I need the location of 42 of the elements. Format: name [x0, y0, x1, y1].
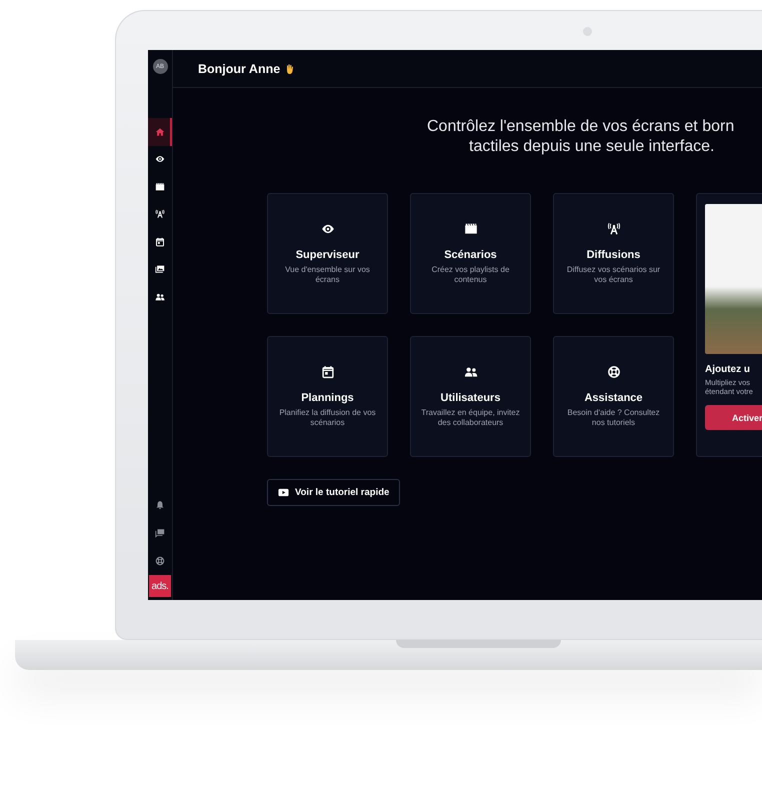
bell-icon [155, 500, 165, 510]
users-icon [464, 365, 478, 379]
promo-title: Ajoutez u [705, 364, 750, 375]
clapperboard-icon [464, 222, 478, 236]
card-description: Besoin d'aide ? Consultez nos tutoriels [566, 408, 661, 428]
play-icon [278, 487, 289, 498]
card-title: Plannings [301, 392, 354, 404]
brand-logo[interactable]: ads. [149, 575, 171, 597]
card-title: Diffusions [586, 249, 640, 261]
card-description: Créez vos playlists de contenus [430, 265, 510, 285]
feature-card[interactable]: Plannings Planifiez la diffusion de vos scénarios [267, 336, 388, 457]
feature-card[interactable]: Utilisateurs Travaillez en équipe, invitez des collaborateurs [410, 336, 531, 457]
calendar-icon [320, 365, 334, 379]
home-icon [155, 126, 165, 137]
card-description: Planifiez la diffusion de vos scénarios [278, 408, 377, 428]
feature-card[interactable]: Diffusions Diffusez vos scénarios sur vos écrans [553, 193, 674, 314]
greeting-text: Bonjour Anne [198, 62, 280, 76]
card-title: Scénarios [444, 249, 497, 261]
card-title: Assistance [584, 392, 643, 404]
card-title: Utilisateurs [440, 392, 500, 404]
images-icon [155, 264, 165, 274]
clapperboard-icon [155, 182, 165, 192]
calendar-icon [155, 236, 165, 247]
headline-text: Contrôlez l'ensemble de vos écrans et born [427, 117, 734, 137]
lifebuoy-icon [155, 556, 165, 566]
card-description: Vue d'ensemble sur vos écrans [284, 265, 371, 285]
activate-button[interactable]: Activer [705, 405, 762, 430]
feature-card[interactable]: Superviseur Vue d'ensemble sur vos écrans [267, 193, 388, 314]
feature-card[interactable]: Assistance Besoin d'aide ? Consultez nos tutoriels [553, 336, 674, 457]
tutorial-button[interactable]: Voir le tutoriel rapide [267, 479, 400, 506]
antenna-icon [606, 222, 620, 236]
antenna-icon [155, 209, 165, 220]
chat-icon [155, 528, 165, 538]
feature-card[interactable]: Scénarios Créez vos playlists de contenus [410, 193, 531, 314]
card-description: Travaillez en équipe, invitez des collaborateurs [420, 408, 521, 428]
headline-text: tactiles depuis une seule interface. [468, 137, 714, 157]
lifebuoy-icon [606, 365, 620, 379]
users-icon [155, 292, 165, 302]
eye-icon [155, 154, 165, 164]
card-title: Superviseur [296, 249, 360, 261]
card-description: Diffusez vos scénarios sur vos écrans [566, 265, 662, 285]
eye-icon [320, 222, 334, 236]
